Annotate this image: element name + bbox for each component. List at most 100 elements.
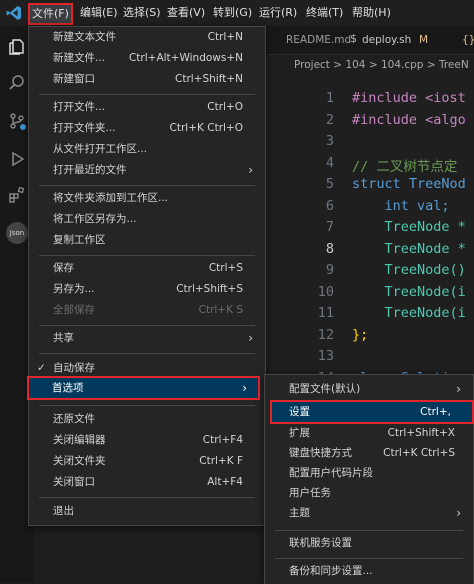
file-menu: 新建文本文件 Ctrl+N 新建文件... Ctrl+Alt+Windows+N 新… (27, 26, 266, 526)
code-text: // 二叉树节点定 (352, 158, 458, 175)
code-line[interactable]: 11 TreeNode(i (264, 305, 474, 325)
code-line[interactable]: 9 TreeNode() (264, 262, 474, 282)
code-text: TreeNode * (352, 240, 466, 257)
menu-go[interactable]: 转到(G) (209, 0, 256, 26)
submenu-item-profile[interactable]: 配置文件(默认) › (265, 379, 473, 400)
code-text: #include <iost (352, 90, 466, 106)
menu-item-add-folder[interactable]: 将文件夹添加到工作区... (29, 188, 265, 209)
breadcrumb-project[interactable]: Project (294, 59, 330, 71)
breadcrumb-sep: > (368, 59, 378, 71)
submenu-item-user-tasks[interactable]: 用户任务 (265, 483, 473, 504)
title-bar: 文件(F) 编辑(E) 选择(S) 查看(V) 转到(G) 运行(R) 终端(T… (0, 0, 474, 26)
menu-item-revert-file[interactable]: 还原文件 (29, 409, 265, 430)
menu-item-close-editor[interactable]: 关闭编辑器 Ctrl+F4 (29, 430, 265, 451)
preferences-submenu: 配置文件(默认) › 设置 Ctrl+, 扩展 Ctrl+Shift+X 键盘快捷方式… (264, 374, 474, 584)
code-line[interactable]: 8 TreeNode * (264, 241, 474, 261)
code-text: TreeNode() (352, 262, 466, 278)
menu-item-save-workspace-as[interactable]: 将工作区另存为... (29, 209, 265, 230)
breadcrumb-file[interactable]: 104.cpp (381, 59, 423, 71)
line-number: 12 (317, 326, 334, 343)
line-number: 8 (325, 240, 334, 257)
menu-item-open-folder[interactable]: 打开文件夹... Ctrl+K Ctrl+O (29, 118, 265, 139)
menu-help[interactable]: 帮助(H) (348, 0, 395, 26)
menu-separator (39, 94, 255, 95)
code-line[interactable]: 1 #include <iost (264, 90, 474, 110)
chevron-right-icon: › (242, 381, 247, 395)
modified-badge: M (419, 34, 429, 46)
menu-separator (39, 325, 255, 326)
breadcrumb-folder[interactable]: 104 (345, 59, 365, 71)
menu-item-save-all: 全部保存 Ctrl+K S (53, 304, 243, 316)
code-line[interactable]: 6 int val; (264, 198, 474, 218)
submenu-item-themes[interactable]: 主题 › (265, 503, 473, 524)
chevron-right-icon: › (248, 331, 253, 345)
line-number: 6 (325, 197, 334, 214)
breadcrumb: Project > 104 > 104.cpp > TreeN (294, 56, 469, 74)
submenu-item-user-snippets[interactable]: 配置用户代码片段 (265, 463, 473, 484)
code-text: }; (352, 326, 369, 343)
menu-edit[interactable]: 编辑(E) (76, 0, 122, 26)
code-line[interactable]: 7 TreeNode * (264, 219, 474, 239)
menu-separator (39, 255, 255, 256)
menu-item-new-window[interactable]: 新建窗口 Ctrl+Shift+N (29, 69, 265, 90)
submenu-item-online-services[interactable]: 联机服务设置 (265, 533, 473, 554)
line-number: 4 (325, 154, 334, 171)
code-text: #include <algo (352, 111, 466, 128)
menu-item-preferences[interactable]: 首选项 › (27, 376, 260, 400)
menu-item-exit[interactable]: 退出 (29, 501, 265, 522)
menu-run[interactable]: 运行(R) (255, 0, 301, 26)
code-line[interactable]: 12}; (264, 327, 474, 347)
code-text: TreeNode(i (352, 305, 466, 321)
line-number: 2 (325, 111, 334, 128)
menu-view[interactable]: 查看(V) (163, 0, 209, 26)
menu-item-close-window[interactable]: 关闭窗口 Alt+F4 (29, 472, 265, 493)
code-line[interactable]: 13 (264, 348, 474, 368)
menu-item-auto-save[interactable]: ✓ 自动保存 (29, 358, 265, 379)
code-line[interactable]: 2 #include <algo (264, 112, 474, 132)
line-number: 13 (317, 348, 334, 364)
submenu-item-keyboard-shortcuts[interactable]: 键盘快捷方式 Ctrl+K Ctrl+S (265, 443, 473, 464)
menu-selection[interactable]: 选择(S) (119, 0, 165, 26)
line-number: 3 (325, 133, 334, 149)
checkmark-icon: ✓ (37, 362, 46, 374)
submenu-item-extensions[interactable]: 扩展 Ctrl+Shift+X (265, 423, 473, 444)
menu-item-save[interactable]: 保存 Ctrl+S (29, 258, 265, 279)
tab-readme[interactable]: README.md (286, 26, 351, 54)
tab-json[interactable]: {} (462, 26, 474, 54)
menu-item-open-recent[interactable]: 打开最近的文件 › (29, 160, 265, 181)
menu-terminal[interactable]: 终端(T) (302, 0, 347, 26)
line-number: 11 (317, 305, 334, 321)
menu-file[interactable]: 文件(F) (28, 3, 73, 25)
tab-deploy[interactable]: deploy.sh (362, 26, 411, 54)
breadcrumb-symbol[interactable]: TreeN (439, 59, 469, 71)
menu-item-open-file[interactable]: 打开文件... Ctrl+O (29, 97, 265, 118)
menu-separator (275, 558, 463, 559)
breadcrumb-sep: > (426, 59, 436, 71)
submenu-item-settings[interactable]: 设置 Ctrl+, (270, 400, 474, 424)
breadcrumb-sep: > (333, 59, 343, 71)
line-number: 5 (325, 176, 334, 192)
menu-item-duplicate-workspace[interactable]: 复制工作区 (29, 230, 265, 251)
menu-item-save-as[interactable]: 另存为... Ctrl+Shift+S (29, 279, 265, 300)
menu-item-new-text-file[interactable]: 新建文本文件 Ctrl+N (29, 27, 265, 48)
menu-item-share[interactable]: 共享 › (29, 328, 265, 349)
menu-item-new-file[interactable]: 新建文件... Ctrl+Alt+Windows+N (29, 48, 265, 69)
menu-separator (39, 185, 255, 186)
vscode-logo-icon[interactable] (6, 5, 22, 21)
code-line[interactable]: 4 // 二叉树节点定 (264, 155, 474, 175)
chevron-right-icon: › (456, 382, 461, 396)
line-number: 7 (325, 219, 334, 235)
code-text: TreeNode * (352, 219, 466, 235)
menu-separator (39, 353, 255, 354)
menu-separator (39, 497, 255, 498)
chevron-right-icon: › (248, 163, 253, 177)
code-text: struct TreeNod (352, 176, 466, 192)
code-line[interactable]: 3 (264, 133, 474, 153)
line-number: 9 (325, 262, 334, 278)
menu-item-close-folder[interactable]: 关闭文件夹 Ctrl+K F (29, 451, 265, 472)
submenu-item-backup-sync[interactable]: 备份和同步设置... (265, 561, 473, 582)
code-line[interactable]: 5 struct TreeNod (264, 176, 474, 196)
menu-item-open-workspace[interactable]: 从文件打开工作区... (29, 139, 265, 160)
menu-separator (39, 405, 255, 406)
code-line[interactable]: 10 TreeNode(i (264, 284, 474, 304)
